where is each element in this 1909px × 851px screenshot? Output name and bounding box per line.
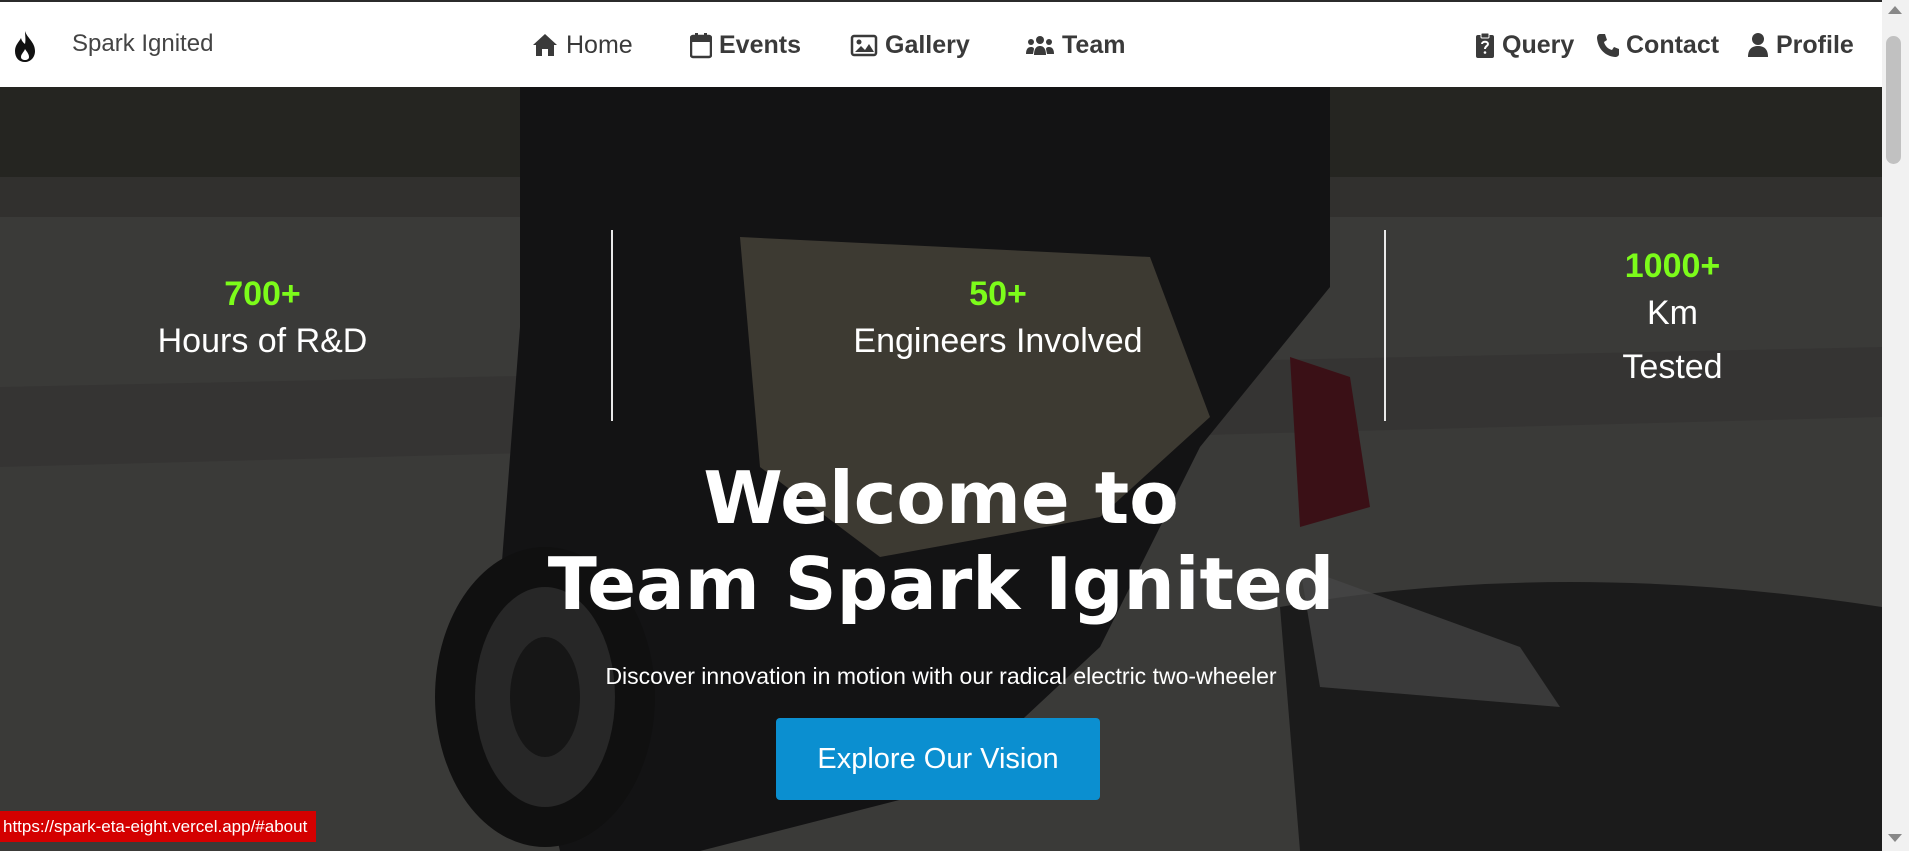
scroll-down-arrow-icon[interactable]	[1888, 834, 1902, 842]
image-icon	[850, 31, 878, 59]
stat-hours-label: Hours of R&D	[157, 322, 368, 360]
scroll-up-arrow-icon[interactable]	[1888, 6, 1902, 14]
users-icon	[1025, 31, 1055, 59]
nav-profile[interactable]: Profile	[1747, 28, 1854, 62]
stat-engineers-label: Engineers Involved	[853, 322, 1143, 360]
brand-name[interactable]: Spark Ignited	[72, 30, 213, 58]
nav-profile-label: Profile	[1776, 30, 1854, 59]
stat-km-label-line1: Km	[1647, 294, 1698, 332]
nav-events[interactable]: Events	[690, 28, 801, 62]
hero-title-line1: Welcome to	[703, 456, 1179, 540]
hero-subtitle: Discover innovation in motion with our r…	[605, 663, 1277, 689]
scrollbar-thumb[interactable]	[1886, 36, 1901, 164]
stat-km-label-line2: Tested	[1622, 348, 1723, 386]
nav-gallery[interactable]: Gallery	[850, 28, 970, 62]
hero-section: 700+ Hours of R&D 50+ Engineers Involved…	[0, 87, 1882, 851]
explore-vision-button[interactable]: Explore Our Vision	[776, 718, 1100, 800]
clipboard-question-icon	[1475, 31, 1495, 59]
navbar: Spark Ignited Home Events Gallery Team Q…	[0, 0, 1882, 87]
calendar-icon	[690, 31, 712, 59]
stat-hours-value: 700+	[224, 275, 301, 313]
stat-engineers-value: 50+	[969, 275, 1027, 313]
nav-home[interactable]: Home	[531, 28, 633, 62]
nav-events-label: Events	[719, 30, 801, 59]
nav-team[interactable]: Team	[1025, 28, 1125, 62]
stat-divider	[1384, 230, 1386, 421]
stat-engineers: 50+ Engineers Involved	[820, 275, 1176, 368]
flame-icon[interactable]	[12, 29, 38, 63]
stat-km-value: 1000+	[1624, 247, 1721, 285]
nav-query-label: Query	[1502, 30, 1575, 59]
stat-km: 1000+ Km Tested	[1590, 247, 1755, 394]
status-bar-url: https://spark-eta-eight.vercel.app/#abou…	[0, 811, 317, 842]
nav-home-label: Home	[566, 30, 633, 59]
nav-contact-label: Contact	[1626, 30, 1720, 59]
hero-title-line2: Team Spark Ignited	[547, 542, 1335, 626]
nav-contact[interactable]: Contact	[1595, 28, 1719, 62]
nav-gallery-label: Gallery	[885, 30, 970, 59]
stat-divider	[611, 230, 613, 421]
nav-team-label: Team	[1062, 30, 1126, 59]
stat-hours: 700+ Hours of R&D	[130, 275, 395, 368]
nav-query[interactable]: Query	[1475, 28, 1574, 62]
phone-icon	[1595, 31, 1619, 59]
home-icon	[531, 31, 559, 59]
user-icon	[1747, 31, 1769, 59]
